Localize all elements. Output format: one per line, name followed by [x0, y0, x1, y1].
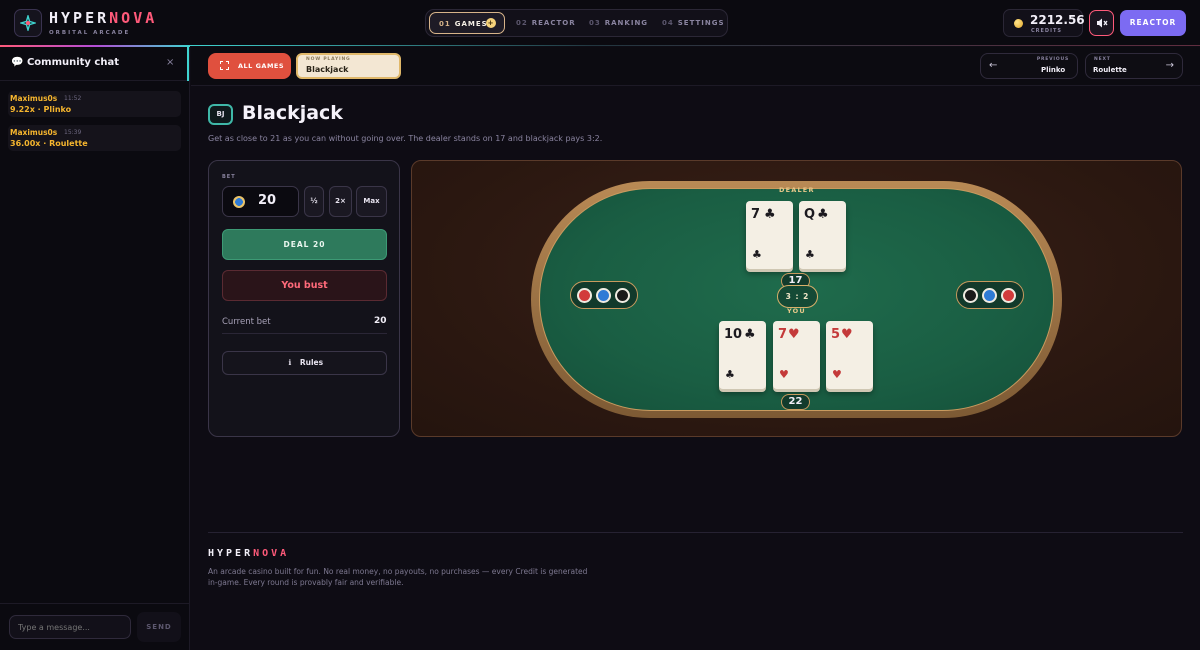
chat-message-input[interactable] — [9, 615, 131, 639]
chat-username[interactable]: Maximus0s — [10, 94, 57, 103]
mute-button[interactable] — [1089, 10, 1114, 36]
current-bet-value: 20 — [374, 316, 387, 326]
dealer-label: DEALER — [779, 186, 815, 194]
game-description: Get as close to 21 as you can without go… — [208, 134, 603, 143]
nav-tab-reactor[interactable]: 02 REACTOR — [516, 10, 576, 36]
next-value: Roulette — [1093, 66, 1127, 74]
divider — [222, 333, 387, 334]
send-button[interactable]: SEND — [137, 612, 181, 642]
coin-icon — [1014, 19, 1023, 28]
chat-message: Maximus0s 15:39 36.00x · Roulette — [8, 125, 181, 151]
player-card: 7 ♥ ♥ — [773, 321, 820, 389]
bet-amount-input[interactable]: 20 — [222, 186, 299, 217]
page-title: Blackjack — [242, 102, 343, 124]
nav-tab-games[interactable]: 01 GAMES + — [429, 12, 505, 34]
arrow-right-icon: → — [1165, 60, 1174, 71]
chip-black — [615, 288, 630, 303]
brand-name: HYPERNOVA — [49, 9, 158, 27]
game-subbar: ALL GAMES NOW PLAYING Blackjack ← PREVIO… — [191, 47, 1200, 86]
main-nav: 01 GAMES + 02 REACTOR 03 RANKING 04 SETTINGS — [425, 9, 728, 37]
next-label: NEXT — [1094, 57, 1111, 62]
player-card: 5 ♥ ♥ — [826, 321, 873, 389]
chat-sidebar: 💬 Community chat × Maximus0s 11:52 9.22x… — [0, 47, 190, 650]
now-playing-chip: NOW PLAYING Blackjack — [296, 53, 401, 79]
games-badge: + — [486, 18, 496, 28]
payout-badge: 3 : 2 — [777, 285, 818, 308]
half-bet-button[interactable]: ½ — [304, 186, 324, 217]
chip-red — [1001, 288, 1016, 303]
previous-game-button[interactable]: ← PREVIOUS Plinko — [980, 53, 1078, 79]
player-score: 22 — [781, 394, 810, 410]
bet-label: BET — [222, 174, 236, 180]
chat-compose: SEND — [0, 603, 189, 650]
chip-tray-left — [570, 281, 638, 309]
previous-label: PREVIOUS — [1036, 57, 1069, 62]
grid-expand-icon — [220, 61, 229, 70]
footer-disclaimer: An arcade casino built for fun. No real … — [208, 567, 588, 587]
arrow-left-icon: ← — [989, 60, 998, 71]
chat-accent-bar — [187, 47, 189, 81]
blackjack-table: DEALER 7 ♣ ♣ Q ♣ ♣ 17 3 : 2 YOU 10 ♣ ♣ 7 ♥ — [411, 160, 1182, 437]
current-bet-label: Current bet — [222, 317, 271, 327]
dealer-card: Q ♣ ♣ — [799, 201, 846, 269]
chat-text: 36.00x · Roulette — [10, 139, 88, 148]
chip-black — [963, 288, 978, 303]
brand-tagline: ORBITAL ARCADE — [49, 30, 131, 36]
round-result: You bust — [222, 270, 387, 301]
chip-blue — [596, 288, 611, 303]
chip-red — [577, 288, 592, 303]
next-game-button[interactable]: NEXT Roulette → — [1085, 53, 1183, 79]
rules-button[interactable]: ℹ Rules — [222, 351, 387, 375]
bet-amount-value: 20 — [258, 193, 277, 208]
credits-label: CREDITS — [1031, 28, 1062, 34]
chat-username[interactable]: Maximus0s — [10, 128, 57, 137]
chip-icon — [233, 196, 245, 208]
reactor-button[interactable]: REACTOR — [1120, 10, 1186, 36]
logo-star-icon — [20, 15, 36, 31]
chat-time: 11:52 — [64, 95, 82, 102]
top-bar: HYPERNOVA ORBITAL ARCADE 01 GAMES + 02 REA… — [0, 0, 1200, 46]
footer-divider — [208, 532, 1183, 533]
info-icon: ℹ — [288, 358, 292, 367]
player-card: 10 ♣ ♣ — [719, 321, 766, 389]
header-glow-line — [190, 45, 1200, 46]
chat-bubble-icon: 💬 — [11, 57, 24, 68]
logo[interactable] — [14, 9, 42, 37]
chip-blue — [982, 288, 997, 303]
now-playing-value: Blackjack — [306, 65, 349, 74]
max-bet-button[interactable]: Max — [356, 186, 387, 217]
speaker-muted-icon — [1096, 18, 1108, 28]
dealer-card: 7 ♣ ♣ — [746, 201, 793, 269]
nav-tab-ranking[interactable]: 03 RANKING — [589, 10, 648, 36]
close-icon[interactable]: × — [166, 57, 174, 68]
chat-message: Maximus0s 11:52 9.22x · Plinko — [8, 91, 181, 117]
bet-panel: BET 20 ½ 2× Max DEAL 20 You bust Current… — [208, 160, 400, 437]
nav-tab-settings[interactable]: 04 SETTINGS — [662, 10, 725, 36]
all-games-button[interactable]: ALL GAMES — [208, 53, 291, 79]
chat-time: 15:39 — [64, 129, 82, 136]
chat-title: 💬 Community chat — [11, 57, 120, 68]
footer-brand: HYPERNOVA — [208, 548, 290, 559]
chip-tray-right — [956, 281, 1024, 309]
deal-button[interactable]: DEAL 20 — [222, 229, 387, 260]
previous-value: Plinko — [1041, 66, 1066, 74]
credits-value: 2212.56 — [1030, 13, 1085, 27]
game-code-badge: BJ — [208, 104, 233, 125]
player-label: YOU — [787, 307, 806, 315]
credits-display: 2212.56 CREDITS — [1003, 9, 1085, 37]
now-playing-label: NOW PLAYING — [306, 57, 351, 62]
chat-text: 9.22x · Plinko — [10, 105, 72, 114]
double-bet-button[interactable]: 2× — [329, 186, 352, 217]
chat-header: 💬 Community chat × — [0, 47, 189, 81]
game-main: BJ Blackjack Get as close to 21 as you c… — [191, 87, 1200, 650]
